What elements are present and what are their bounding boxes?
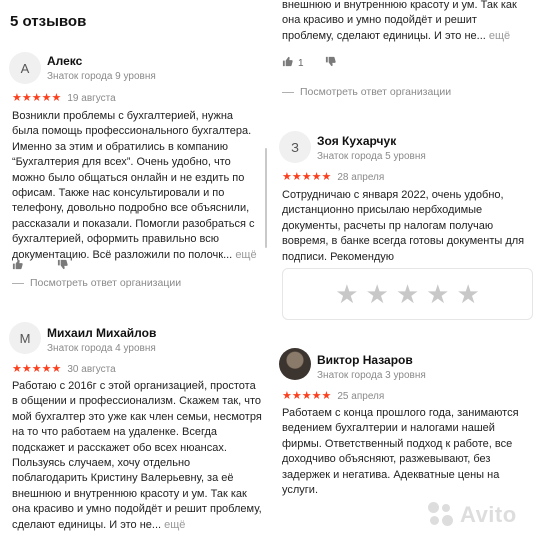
star-icon[interactable]: ★ xyxy=(396,281,419,307)
review-date: 19 августа xyxy=(67,93,116,104)
review-date: 28 апреля xyxy=(337,172,385,183)
rating-stars: ★ ★ ★ ★ ★ 30 августа xyxy=(12,363,116,376)
star-icon: ★ xyxy=(311,390,322,402)
star-icon: ★ xyxy=(321,390,332,402)
vote-bar xyxy=(12,259,68,273)
vote-bar: 1 xyxy=(282,56,336,70)
read-more-link[interactable]: ещё xyxy=(235,249,256,261)
star-icon: ★ xyxy=(31,92,42,104)
review-text: Сотрудничаю с января 2022, очень удобно,… xyxy=(282,188,532,265)
avito-logo-icon xyxy=(428,502,454,528)
author-block: Виктор Назаров Знаток города 3 уровня xyxy=(317,353,426,381)
rating-stars: ★ ★ ★ ★ ★ 28 апреля xyxy=(282,171,385,184)
star-icon: ★ xyxy=(21,92,32,104)
read-more-link[interactable]: ещё xyxy=(164,519,185,531)
star-icon[interactable]: ★ xyxy=(426,281,449,307)
thumbs-up-icon xyxy=(282,56,293,67)
avatar[interactable]: М xyxy=(9,322,41,354)
author-block: Михаил Михайлов Знаток города 4 уровня xyxy=(47,326,156,354)
avatar-letter: М xyxy=(19,330,31,346)
star-icon: ★ xyxy=(282,171,292,183)
star-icon: ★ xyxy=(41,92,52,104)
owner-reply-link[interactable]: Посмотреть ответ организации xyxy=(12,277,181,289)
avatar-letter: З xyxy=(291,139,299,155)
star-icon: ★ xyxy=(311,171,322,183)
thumbs-down-icon xyxy=(325,56,336,67)
star-icon: ★ xyxy=(291,171,302,183)
divider xyxy=(282,91,294,93)
star-icon: ★ xyxy=(12,363,22,375)
rating-stars: ★ ★ ★ ★ ★ 19 августа xyxy=(12,92,116,105)
owner-reply-link[interactable]: Посмотреть ответ организации xyxy=(282,86,451,98)
like-button[interactable] xyxy=(12,259,23,273)
author-name[interactable]: Виктор Назаров xyxy=(317,353,426,367)
author-level: Знаток города 4 уровня xyxy=(47,343,156,354)
star-icon: ★ xyxy=(282,390,292,402)
review-text: Работаю с 2016г с этой организацией, про… xyxy=(12,379,262,533)
review-text-body: Работаем с конца прошлого года, занимают… xyxy=(282,407,519,497)
thumbs-down-icon xyxy=(57,259,68,270)
author-name[interactable]: Михаил Михайлов xyxy=(47,326,156,340)
reviews-count-heading: 5 отзывов xyxy=(10,13,87,30)
read-more-link[interactable]: ещё xyxy=(489,30,510,42)
star-icon: ★ xyxy=(12,92,22,104)
avatar[interactable] xyxy=(279,348,311,380)
rate-widget: ★ ★ ★ ★ ★ xyxy=(282,268,533,320)
likes-count: 1 xyxy=(298,57,304,69)
avatar[interactable]: З xyxy=(279,131,311,163)
like-button[interactable] xyxy=(282,56,293,70)
star-icon[interactable]: ★ xyxy=(456,281,479,307)
review-text: внешнюю и внутреннюю красоту и ум. Так к… xyxy=(282,0,527,44)
divider xyxy=(12,282,24,284)
dislike-button[interactable] xyxy=(57,259,68,273)
author-level: Знаток города 3 уровня xyxy=(317,370,426,381)
avito-watermark: Avito xyxy=(428,502,517,528)
dislike-button[interactable] xyxy=(325,56,336,70)
star-icon[interactable]: ★ xyxy=(366,281,389,307)
owner-reply-label: Посмотреть ответ организации xyxy=(300,86,452,98)
star-icon: ★ xyxy=(21,363,32,375)
author-name[interactable]: Зоя Кухарчук xyxy=(317,134,426,148)
review-text-body: Работаю с 2016г с этой организацией, про… xyxy=(12,380,262,531)
owner-reply-label: Посмотреть ответ организации xyxy=(30,277,182,289)
thumbs-up-icon xyxy=(12,259,23,270)
author-block: Алекс Знаток города 9 уровня xyxy=(47,54,156,82)
author-name[interactable]: Алекс xyxy=(47,54,156,68)
star-icon: ★ xyxy=(301,390,312,402)
avatar[interactable]: А xyxy=(9,52,41,84)
star-icon: ★ xyxy=(291,390,302,402)
author-level: Знаток города 9 уровня xyxy=(47,71,156,82)
scrollbar[interactable] xyxy=(265,148,267,248)
review-text: Работаем с конца прошлого года, занимают… xyxy=(282,406,532,498)
star-icon: ★ xyxy=(41,363,52,375)
author-block: Зоя Кухарчук Знаток города 5 уровня xyxy=(317,134,426,162)
star-icon: ★ xyxy=(51,92,62,104)
star-icon: ★ xyxy=(321,171,332,183)
star-icon: ★ xyxy=(51,363,62,375)
avatar-letter: А xyxy=(20,60,30,76)
review-text-body: Сотрудничаю с января 2022, очень удобно,… xyxy=(282,189,525,263)
star-icon[interactable]: ★ xyxy=(335,281,358,307)
review-text-body: внешнюю и внутреннюю красоту и ум. Так к… xyxy=(282,0,517,42)
review-date: 30 августа xyxy=(67,364,116,375)
star-icon: ★ xyxy=(301,171,312,183)
watermark-text: Avito xyxy=(460,502,517,527)
review-text: Возникли проблемы с бухгалтерией, нужна … xyxy=(12,109,262,263)
review-date: 25 апреля xyxy=(337,391,385,402)
rating-stars: ★ ★ ★ ★ ★ 25 апреля xyxy=(282,390,385,403)
author-level: Знаток города 5 уровня xyxy=(317,151,426,162)
review-text-body: Возникли проблемы с бухгалтерией, нужна … xyxy=(12,110,255,261)
star-icon: ★ xyxy=(31,363,42,375)
